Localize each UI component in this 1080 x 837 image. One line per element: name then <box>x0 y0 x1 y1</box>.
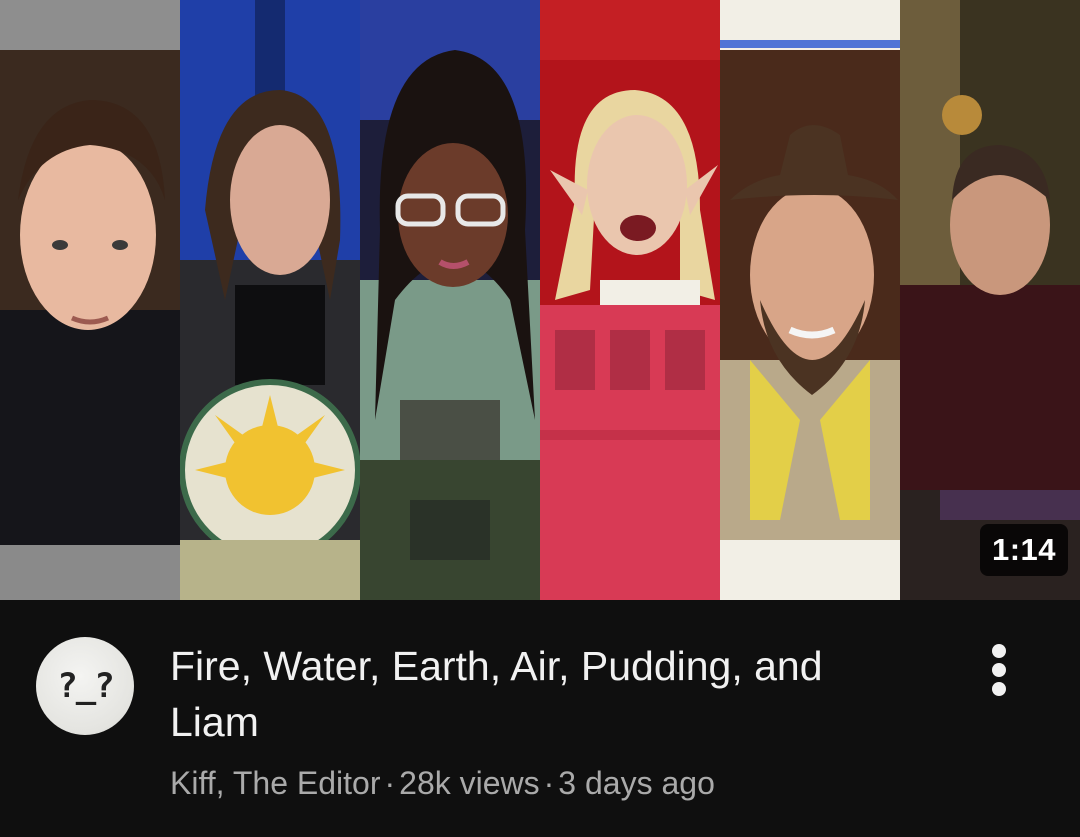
video-metadata: Kiff, The Editor · 28k views · 3 days ago <box>170 762 715 804</box>
thumbnail-panel-2 <box>180 0 360 600</box>
thumbnail-panel-3 <box>360 0 540 600</box>
meta-separator: · <box>384 765 396 801</box>
confused-face-icon: ?_? <box>57 666 114 706</box>
thumbnail-panel-1 <box>0 0 180 600</box>
thumbnail-panel-4 <box>540 0 720 600</box>
duration-badge: 1:14 <box>979 524 1068 576</box>
meta-separator: · <box>543 765 555 801</box>
more-options-button[interactable] <box>975 640 1025 700</box>
video-title[interactable]: Fire, Water, Earth, Air, Pudding, and Li… <box>170 638 910 750</box>
channel-avatar[interactable]: ?_? <box>36 637 134 735</box>
channel-name[interactable]: Kiff, The Editor <box>170 765 380 801</box>
video-thumbnail[interactable]: 1:14 <box>0 0 1080 600</box>
upload-age: 3 days ago <box>558 765 715 801</box>
video-card: 1:14 ?_? Fire, Water, Earth, Air, Puddin… <box>0 0 1080 837</box>
thumbnail-panel-5 <box>720 0 900 600</box>
view-count: 28k views <box>399 765 540 801</box>
thumbnail-panel-6 <box>900 0 1080 600</box>
